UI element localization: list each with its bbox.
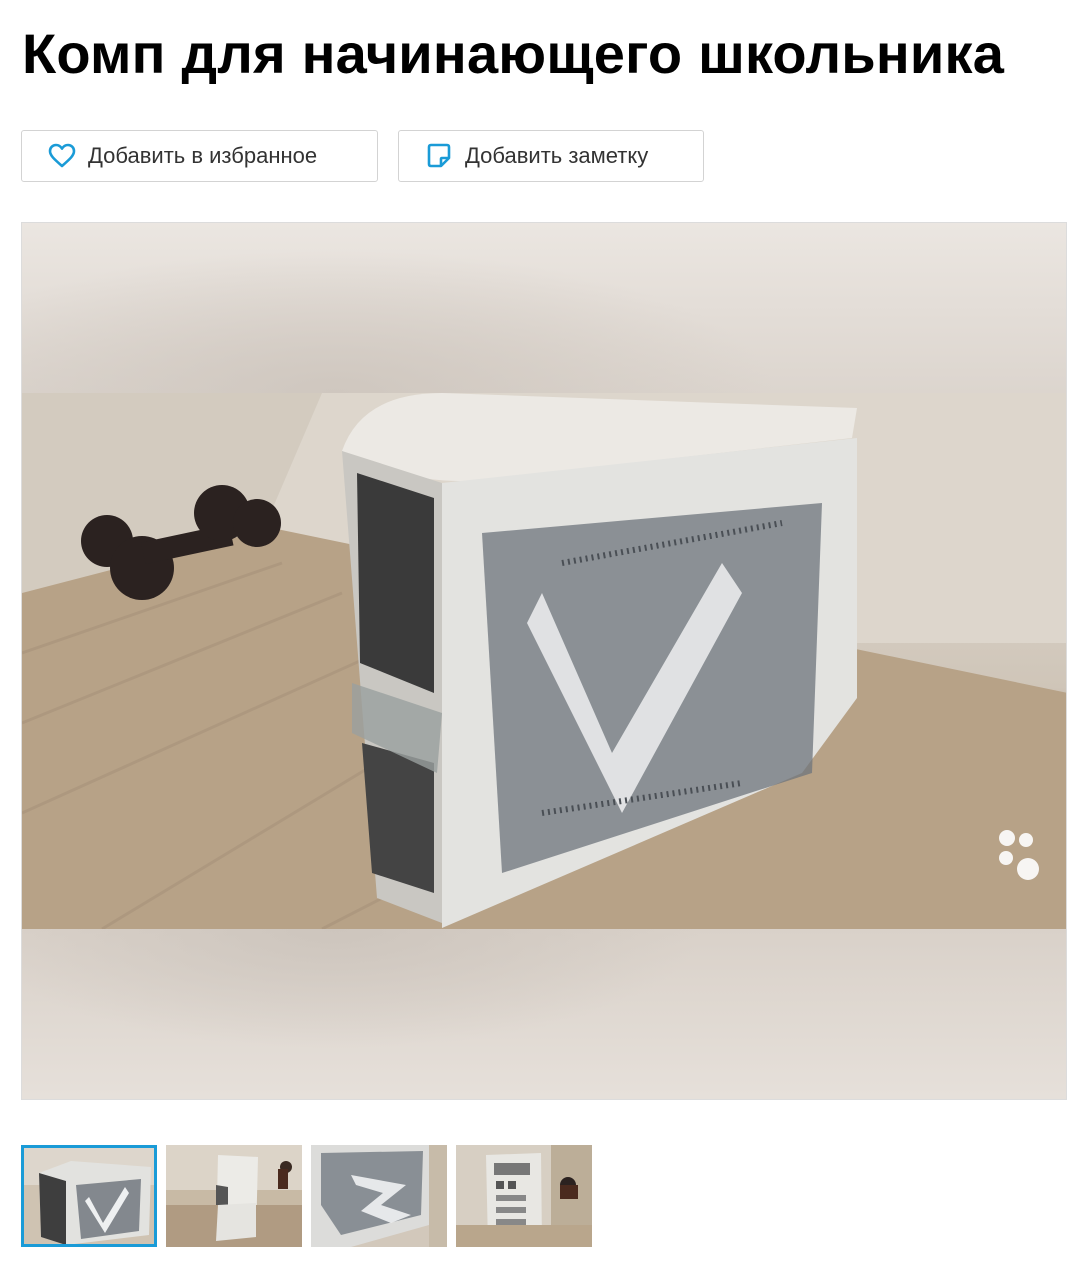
listing-title: Комп для начинающего школьника — [22, 22, 1005, 85]
add-to-favorites-button[interactable]: Добавить в избранное — [21, 130, 378, 182]
thumbnail-1[interactable] — [21, 1145, 157, 1247]
add-note-button[interactable]: Добавить заметку — [398, 130, 704, 182]
add-note-label: Добавить заметку — [465, 143, 649, 168]
photo-blur-backdrop-bottom — [22, 929, 1066, 1099]
photo-blur-backdrop-top — [22, 223, 1066, 393]
thumbnail-3[interactable] — [311, 1145, 447, 1247]
thumbnail-4[interactable] — [456, 1145, 592, 1247]
main-photo-viewer[interactable] — [21, 222, 1067, 1100]
thumbnail-2[interactable] — [166, 1145, 302, 1247]
note-icon — [425, 142, 453, 170]
listing-actions: Добавить в избранное Добавить заметку — [21, 130, 704, 182]
heart-outline-icon — [48, 142, 76, 170]
thumbnail-strip — [21, 1145, 592, 1247]
add-to-favorites-label: Добавить в избранное — [88, 143, 318, 168]
main-photo[interactable] — [22, 393, 1066, 929]
